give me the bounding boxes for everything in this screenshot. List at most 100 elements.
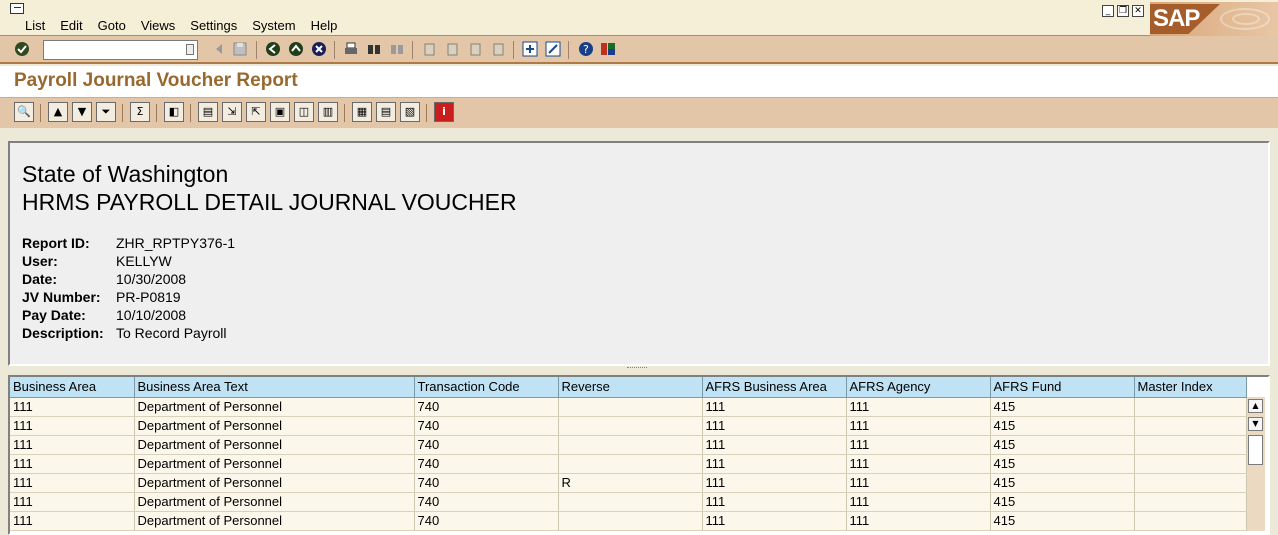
table-row[interactable]: 111 Department of Personnel 740 111 111 415 [10,397,1247,417]
table-cell[interactable]: 111 [846,511,991,531]
table-cell[interactable]: 111 [10,454,135,474]
table-cell[interactable] [1134,454,1247,474]
scroll-down-icon[interactable]: ▼ [1248,417,1263,431]
next-page-icon[interactable] [467,41,483,57]
table-cell[interactable] [1134,397,1247,417]
table-cell[interactable] [1134,435,1247,455]
table-cell[interactable]: 740 [414,454,559,474]
change-layout-icon[interactable]: ▦ [352,102,372,122]
table-cell[interactable]: 111 [10,492,135,512]
print-preview-icon[interactable]: ▤ [198,102,218,122]
help-icon[interactable]: ? [578,41,594,57]
table-cell[interactable]: 740 [414,492,559,512]
table-row[interactable]: 111 Department of Personnel 740 111 111 415 [10,511,1247,531]
table-row[interactable]: 111 Department of Personnel 740 111 111 415 [10,435,1247,455]
export-icon[interactable]: ⇱ [246,102,266,122]
minimize-icon[interactable]: _ [1102,5,1114,17]
menu-help[interactable]: Help [311,18,338,33]
table-cell[interactable]: 111 [702,416,847,436]
exit-icon[interactable] [288,41,304,57]
table-cell[interactable]: Department of Personnel [134,397,415,417]
column-header[interactable]: AFRS Business Area [702,377,847,398]
menu-system[interactable]: System [252,18,295,33]
table-cell[interactable]: 415 [990,473,1135,493]
table-cell[interactable]: 740 [414,416,559,436]
create-session-icon[interactable] [522,41,538,57]
filter-icon[interactable]: ⏷ [96,102,116,122]
local-file-icon[interactable]: ◫ [294,102,314,122]
scroll-thumb[interactable] [1248,435,1263,465]
table-cell[interactable]: 740 [414,397,559,417]
table-cell[interactable]: 415 [990,511,1135,531]
select-layout-icon[interactable]: ▤ [376,102,396,122]
table-cell[interactable]: 740 [414,473,559,493]
table-cell[interactable]: Department of Personnel [134,492,415,512]
column-header[interactable]: Transaction Code [414,377,559,398]
vertical-scrollbar[interactable]: ▲ ▼ [1247,397,1265,531]
column-header[interactable]: Master Index [1134,377,1247,398]
column-header[interactable]: Business Area Text [134,377,415,398]
sort-descending-icon[interactable]: ▼ [72,102,92,122]
find-next-icon[interactable] [389,41,405,57]
table-cell[interactable]: 111 [10,511,135,531]
enter-icon[interactable] [14,41,30,57]
table-cell[interactable]: 111 [846,473,991,493]
word-processing-icon[interactable]: ▣ [270,102,290,122]
table-row[interactable]: 111 Department of Personnel 740 111 111 415 [10,416,1247,436]
graphic-icon[interactable]: ▥ [318,102,338,122]
table-cell[interactable]: 415 [990,454,1135,474]
table-cell[interactable] [558,416,703,436]
sort-ascending-icon[interactable]: ▲ [48,102,68,122]
previous-page-icon[interactable] [444,41,460,57]
menu-views[interactable]: Views [141,18,175,33]
table-cell[interactable]: 111 [846,492,991,512]
table-cell[interactable]: 111 [702,511,847,531]
table-cell[interactable] [1134,492,1247,512]
table-cell[interactable]: R [558,473,703,493]
shortcut-icon[interactable] [545,41,561,57]
menu-edit[interactable]: Edit [60,18,82,33]
save-icon[interactable] [232,41,248,57]
table-cell[interactable]: 740 [414,435,559,455]
menu-list-item[interactable]: List [25,18,45,33]
details-icon[interactable]: 🔍 [14,102,34,122]
column-header[interactable]: Reverse [558,377,703,398]
table-cell[interactable] [558,492,703,512]
table-cell[interactable] [558,511,703,531]
column-header[interactable]: Business Area [10,377,135,398]
command-history-icon[interactable] [186,44,194,55]
table-cell[interactable]: Department of Personnel [134,473,415,493]
table-cell[interactable]: Department of Personnel [134,435,415,455]
table-cell[interactable]: 740 [414,511,559,531]
table-cell[interactable]: Department of Personnel [134,416,415,436]
restore-icon[interactable]: ❐ [1117,5,1129,17]
table-cell[interactable]: 415 [990,492,1135,512]
table-cell[interactable] [558,435,703,455]
last-page-icon[interactable] [490,41,506,57]
menu-settings[interactable]: Settings [190,18,237,33]
subtotal-icon[interactable]: ◧ [164,102,184,122]
table-cell[interactable]: 111 [702,435,847,455]
views-icon[interactable]: ⇲ [222,102,242,122]
first-page-icon[interactable] [421,41,437,57]
table-cell[interactable]: Department of Personnel [134,511,415,531]
close-icon[interactable]: ✕ [1132,5,1144,17]
table-cell[interactable] [1134,416,1247,436]
table-row[interactable]: 111 Department of Personnel 740 111 111 415 [10,454,1247,474]
table-cell[interactable]: 111 [702,454,847,474]
table-cell[interactable]: 111 [702,492,847,512]
column-header[interactable]: AFRS Fund [990,377,1135,398]
table-cell[interactable]: 111 [10,473,135,493]
column-header[interactable]: AFRS Agency [846,377,991,398]
table-cell[interactable] [558,454,703,474]
menu-goto[interactable]: Goto [98,18,126,33]
table-cell[interactable]: 111 [702,397,847,417]
table-row[interactable]: 111 Department of Personnel 740 111 111 415 [10,492,1247,512]
command-field[interactable] [43,40,198,60]
save-layout-icon[interactable]: ▧ [400,102,420,122]
table-cell[interactable] [558,397,703,417]
table-cell[interactable]: 111 [846,454,991,474]
sum-icon[interactable]: Σ [130,102,150,122]
panel-splitter[interactable] [627,367,647,370]
menu-screen-icon[interactable] [10,3,24,14]
